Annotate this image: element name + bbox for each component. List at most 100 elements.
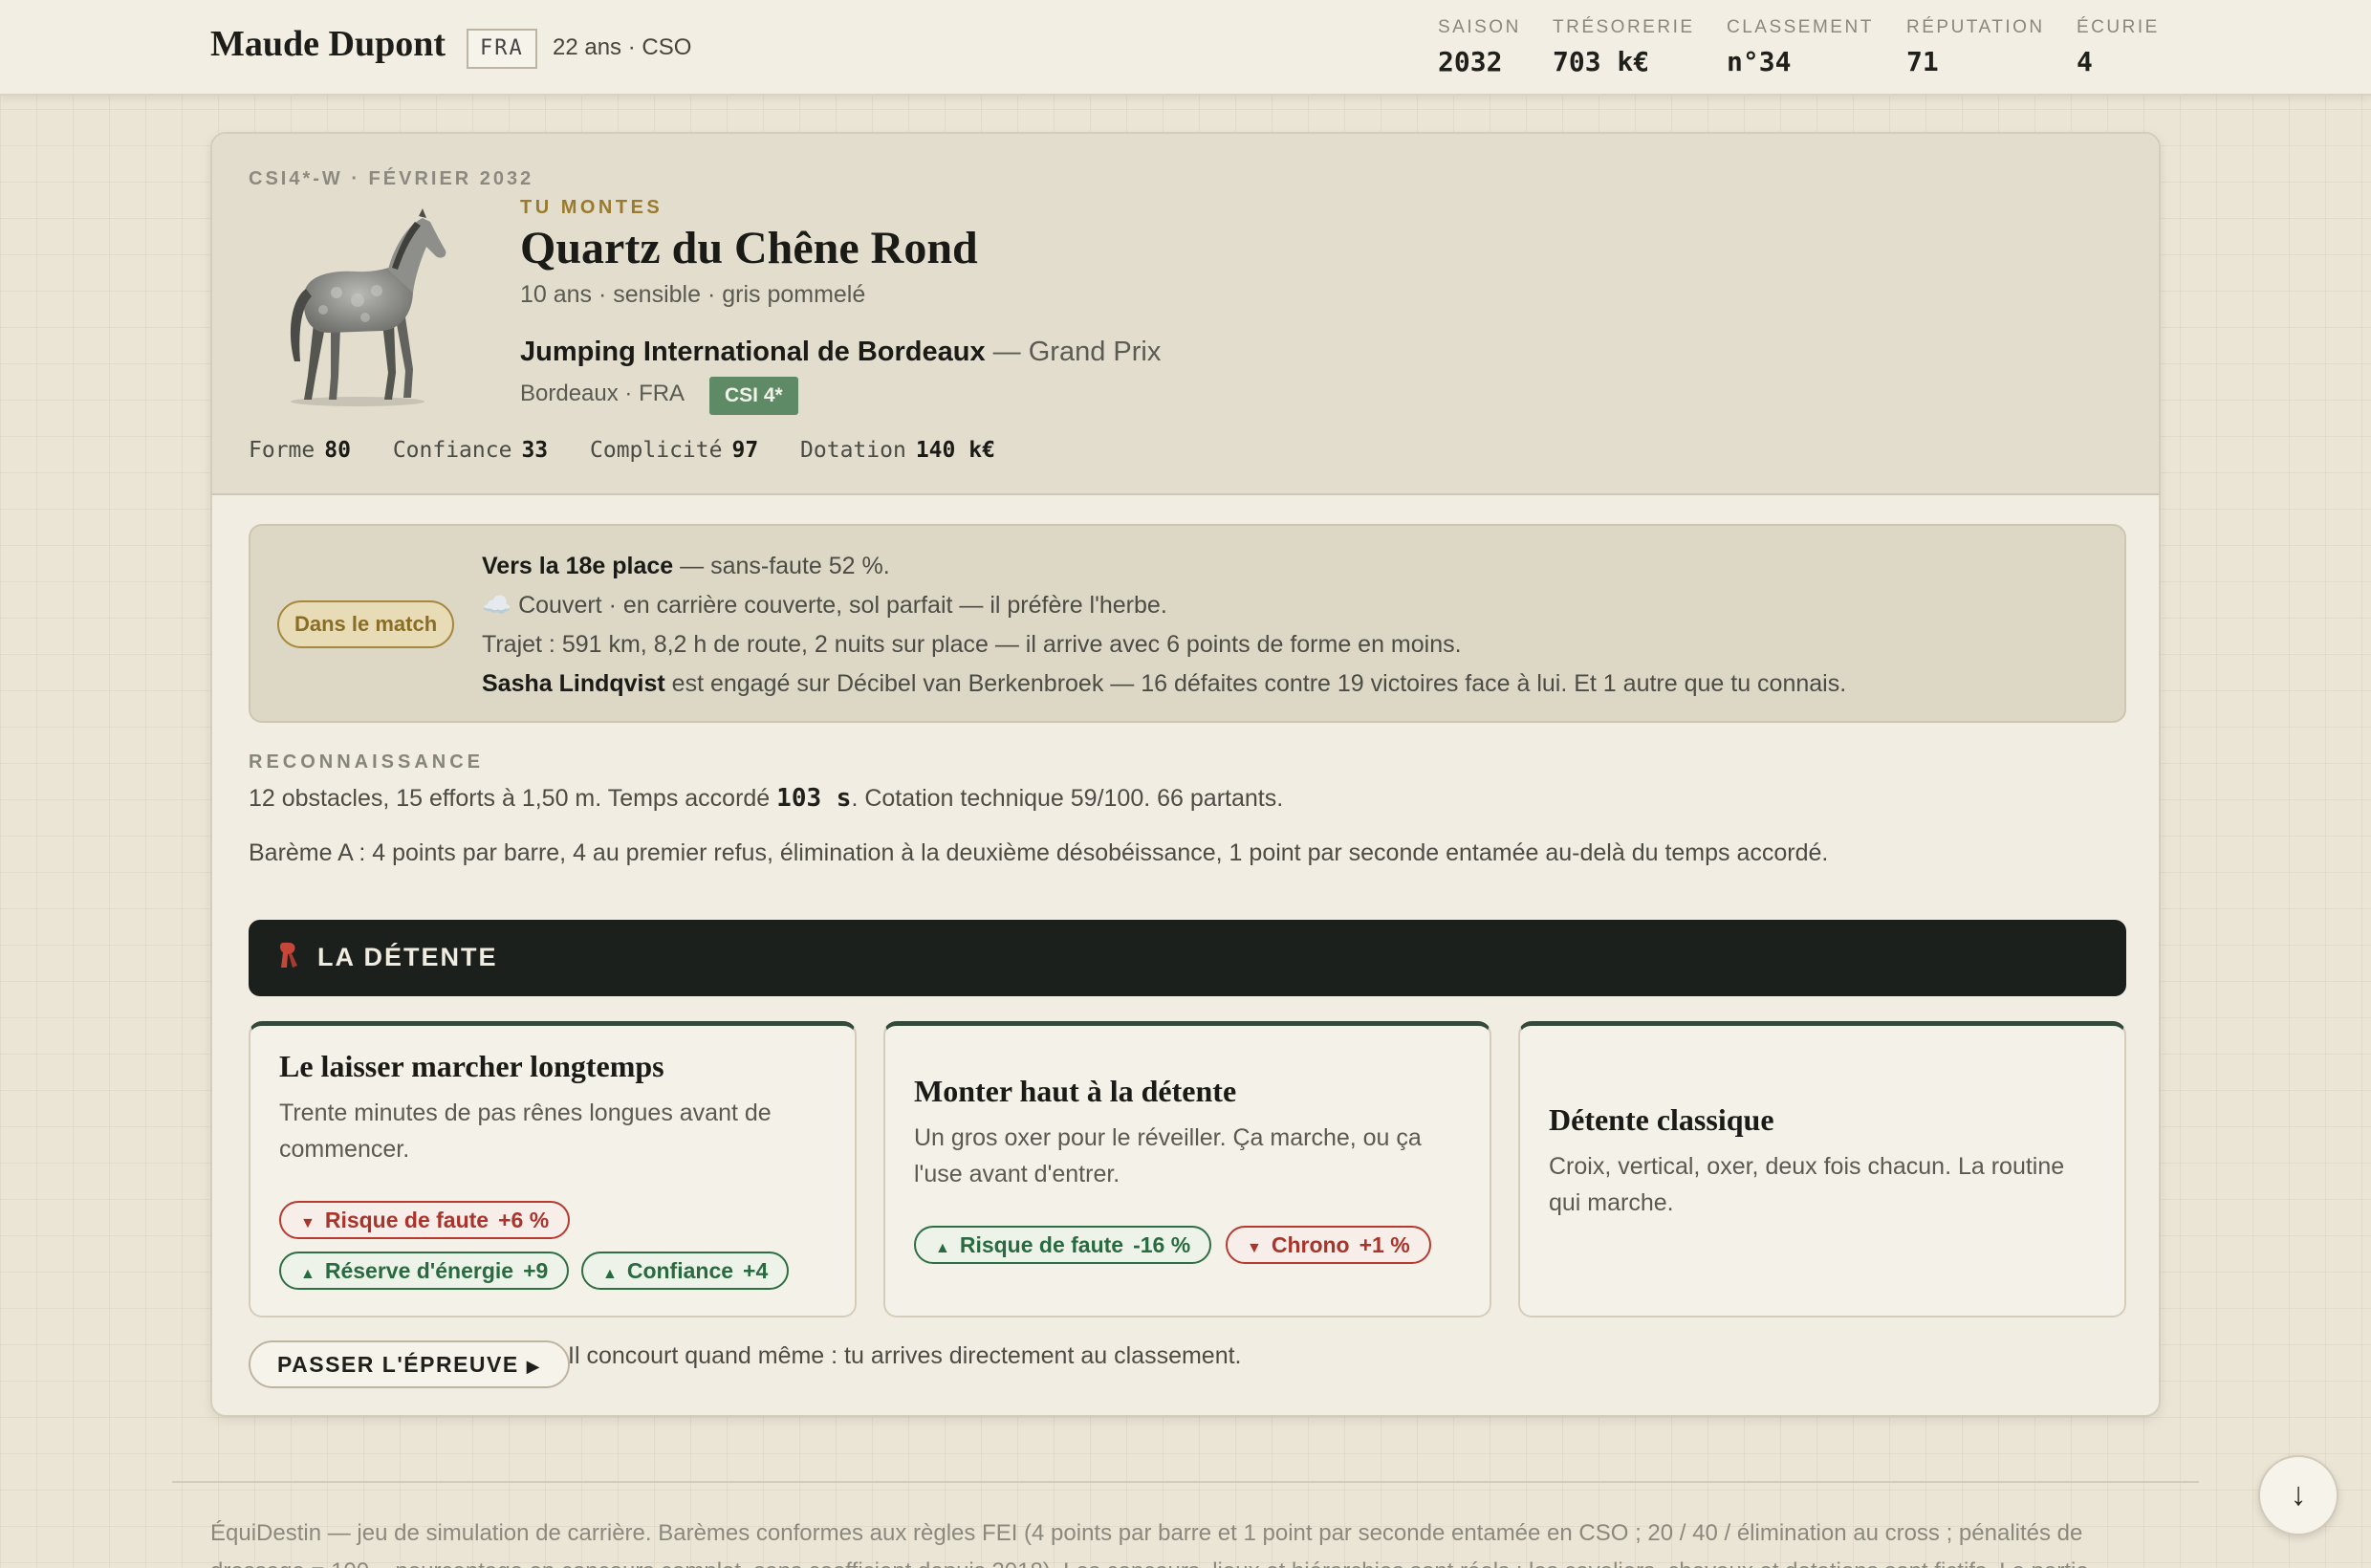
scarf-icon [280, 942, 297, 968]
stat-season: SAISON 2032 [1438, 17, 1521, 77]
skip-note: Il concourt quand même : tu arrives dire… [568, 1342, 1242, 1369]
event-title: Jumping International de Bordeaux — Gran… [520, 337, 1161, 368]
rival-name: Sasha Lindqvist [482, 670, 665, 697]
bareme-text: Barème A : 4 points par barre, 4 au prem… [249, 839, 1829, 866]
horse-stat-label: Forme [249, 438, 315, 463]
effect-amount: +9 [523, 1258, 549, 1283]
horse-stat-label: Complicité [590, 438, 723, 463]
prediction-detail: — sans-faute 52 %. [673, 553, 890, 579]
player-meta: 22 ans · CSO [553, 34, 692, 60]
stat-label: CLASSEMENT [1727, 17, 1874, 37]
effect-label: Chrono [1271, 1232, 1350, 1257]
rival-detail: est engagé sur Décibel van Berkenbroek —… [664, 670, 1847, 697]
stat-reputation: RÉPUTATION 71 [1906, 17, 2045, 77]
outlook-travel: Trajet : 591 km, 8,2 h de route, 2 nuits… [482, 631, 1462, 658]
option-title: Détente classique [1549, 1102, 1774, 1137]
top-bar: Maude Dupont FRA 22 ans · CSO SAISON 203… [0, 0, 2371, 96]
competition-card: CSI4*-W · FÉVRIER 2032 TU MONTES Quartz … [210, 132, 2161, 1417]
event-header: CSI4*-W · FÉVRIER 2032 TU MONTES Quartz … [212, 134, 2159, 495]
outlook-box: Dans le match Vers la 18e place — sans-f… [249, 524, 2126, 723]
effect-amount: +1 % [1359, 1232, 1410, 1257]
ride-label: TU MONTES [520, 197, 663, 218]
stat-treasury: TRÉSORERIE 703 k€ [1553, 17, 1695, 77]
stat-stable: ÉCURIE 4 [2077, 17, 2160, 77]
stat-label: RÉPUTATION [1906, 17, 2045, 37]
horse-stat-bond: Complicité 97 [590, 438, 758, 463]
effect-amount: +4 [743, 1258, 769, 1283]
player-name: Maude Dupont [210, 24, 446, 64]
arrow-up-icon: ▲ [935, 1240, 950, 1256]
stat-value: 4 [2077, 46, 2093, 77]
detente-option-high[interactable]: Monter haut à la détente Un gros oxer po… [883, 1021, 1491, 1318]
event-class: — Grand Prix [985, 337, 1162, 367]
play-icon: ▶ [526, 1357, 541, 1376]
stat-value: 71 [1906, 46, 1939, 77]
event-location: Bordeaux · FRA [520, 381, 685, 406]
effect-label: Risque de faute [324, 1208, 489, 1232]
weather-text: Couvert · en carrière couverte, sol parf… [511, 592, 1167, 619]
effect-chip: ▲ Risque de faute -16 % [914, 1226, 1212, 1264]
level-badge: CSI 4* [709, 377, 798, 415]
effect-amount: +6 % [498, 1208, 550, 1232]
option-description: Trente minutes de pas rênes longues avan… [279, 1100, 772, 1163]
horse-stat-value: 140 k€ [915, 438, 995, 463]
outlook-lines: Vers la 18e place — sans-faute 52 %. ☁️ … [482, 547, 1846, 704]
recon-time: 103 s [776, 784, 852, 813]
detente-option-classic[interactable]: Détente classique Croix, vertical, oxer,… [1518, 1021, 2126, 1318]
recon-course: 12 obstacles, 15 efforts à 1,50 m. Temps… [249, 785, 777, 812]
outlook-rival: Sasha Lindqvist est engagé sur Décibel v… [482, 664, 1846, 704]
stat-value: n°34 [1727, 46, 1792, 77]
event-kicker: CSI4*-W · FÉVRIER 2032 [249, 168, 534, 189]
scroll-down-button[interactable]: ↓ [2258, 1455, 2338, 1535]
footer-text: ÉquiDestin — jeu de simulation de carriè… [210, 1520, 2089, 1568]
cloud-icon: ☁️ [482, 592, 512, 619]
outlook-badge: Dans le match [277, 600, 455, 648]
arrow-down-icon: ▼ [300, 1215, 315, 1231]
skip-event-button[interactable]: PASSER L'ÉPREUVE ▶ [249, 1340, 570, 1388]
arrow-up-icon: ▲ [300, 1266, 315, 1282]
horse-stat-value: 33 [521, 438, 549, 463]
outlook-weather: ☁️ Couvert · en carrière couverte, sol p… [482, 586, 1846, 625]
horse-name: Quartz du Chêne Rond [520, 223, 978, 273]
option-description: Croix, vertical, oxer, deux fois chacun.… [1549, 1153, 2065, 1216]
horse-stat-form: Forme 80 [249, 438, 351, 463]
arrow-down-icon: ↓ [2290, 1476, 2307, 1513]
effect-chip: ▼ Chrono +1 % [1226, 1226, 1431, 1264]
effect-label: Réserve d'énergie [324, 1258, 514, 1283]
outlook-prediction: Vers la 18e place — sans-faute 52 %. [482, 547, 1846, 586]
horse-stat-value: 80 [324, 438, 351, 463]
stat-value: 2032 [1438, 46, 1503, 77]
detente-header: LA DÉTENTE [249, 920, 2126, 996]
effect-chip: ▼ Risque de faute +6 % [279, 1201, 571, 1239]
horse-stat-value: 97 [731, 438, 759, 463]
recon-title: RECONNAISSANCE [249, 751, 485, 773]
detente-title: LA DÉTENTE [317, 943, 498, 971]
horse-stat-prize: Dotation 140 k€ [800, 438, 995, 463]
option-title: Le laisser marcher longtemps [279, 1049, 664, 1083]
nation-badge: FRA [467, 29, 537, 69]
horse-description: 10 ans · sensible · gris pommelé [520, 281, 866, 308]
skip-label: PASSER L'ÉPREUVE [277, 1352, 519, 1377]
horse-stat-label: Dotation [800, 438, 906, 463]
detente-option-walk[interactable]: Le laisser marcher longtemps Trente minu… [249, 1021, 857, 1318]
recon-text: 12 obstacles, 15 efforts à 1,50 m. Temps… [249, 784, 1283, 813]
horse-illustration [291, 208, 446, 406]
arrow-down-icon: ▼ [1247, 1240, 1262, 1256]
arrow-up-icon: ▲ [602, 1266, 618, 1282]
horse-stats: Forme 80 Confiance 33 Complicité 97 Dotatio… [249, 438, 1024, 463]
footer-divider [172, 1481, 2199, 1483]
horse-stat-confidence: Confiance 33 [393, 438, 548, 463]
option-title: Monter haut à la détente [914, 1074, 1237, 1108]
effect-label: Risque de faute [959, 1232, 1124, 1257]
stat-value: 703 k€ [1553, 46, 1650, 77]
stat-label: TRÉSORERIE [1553, 17, 1695, 37]
recon-rating: . Cotation technique 59/100. 66 partants… [851, 785, 1284, 812]
option-description: Un gros oxer pour le réveiller. Ça march… [914, 1124, 1422, 1187]
effect-chip: ▲ Réserve d'énergie +9 [279, 1252, 570, 1290]
stat-label: ÉCURIE [2077, 17, 2160, 37]
effect-label: Confiance [626, 1258, 734, 1283]
prediction-place: Vers la 18e place [482, 553, 674, 579]
effect-chip: ▲ Confiance +4 [581, 1252, 790, 1290]
stat-ranking: CLASSEMENT n°34 [1727, 17, 1874, 77]
horse-stat-label: Confiance [392, 438, 512, 463]
